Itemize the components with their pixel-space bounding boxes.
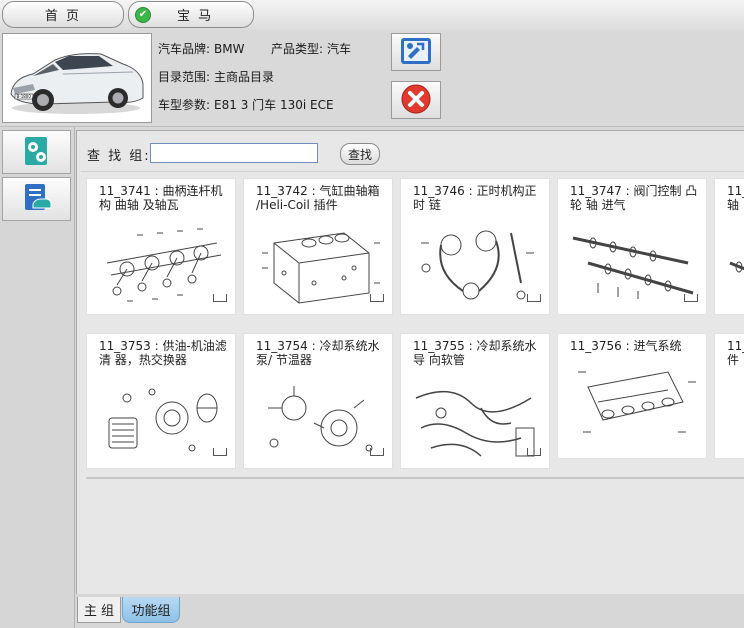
- crankshaft-diagram-icon: [106, 228, 222, 302]
- group-card-title: 11_3741 : 曲柄连杆机构 曲轴 及轴瓦: [99, 184, 223, 212]
- top-tab-bar: 首 页 ✔ 宝 马: [0, 0, 744, 31]
- tab-function-group[interactable]: 功能组: [122, 597, 180, 623]
- coolant-hose-diagram-icon: [415, 390, 535, 457]
- group-card[interactable]: 11_3754 : 冷却系统水泵/ 节温器: [243, 333, 393, 469]
- group-card[interactable]: 11_3753 : 供油-机油滤清 器，热交换器: [86, 333, 236, 469]
- divider: [81, 171, 744, 172]
- settings-button[interactable]: [391, 33, 441, 71]
- left-toolbar: [0, 127, 75, 628]
- group-card[interactable]: 11_3756 : 进气系统: [557, 333, 707, 459]
- tab-bmw-label: 宝 马: [177, 9, 214, 24]
- group-card-title: 11_3742 : 气缸曲轴箱 /Heli-Coil 插件: [256, 184, 380, 212]
- expand-icon: [370, 294, 384, 302]
- group-card-title: 11_3756 : 进气系统: [570, 339, 682, 353]
- parts-catalog-button[interactable]: [2, 177, 71, 221]
- search-button-label: 查找: [347, 147, 372, 162]
- brand-row: 汽车品牌: BMW: [158, 40, 245, 57]
- group-card-title: 11_3747 : 阀门控制 凸轮 轴 进气: [570, 184, 698, 212]
- search-label: 查 找 组:: [87, 149, 151, 164]
- type-row: 产品类型: 汽车: [271, 40, 351, 57]
- document-car-icon: [21, 182, 53, 217]
- group-card-title: 11_3753 : 供油-机油滤清 器，热交换器: [99, 339, 227, 367]
- water-pump-diagram-icon: [268, 386, 373, 452]
- brand-label: 汽车品牌:: [158, 42, 211, 56]
- vehicle-info-header: B-1800 汽车品牌: BMW 产品类型: 汽车 目录范围: 主商品目录 车型参数:…: [0, 30, 744, 127]
- group-card[interactable]: 11_3 轴: [714, 178, 744, 315]
- group-card-title: 11_3746 : 正时机构正时 链: [413, 184, 537, 212]
- gear-document-icon: [21, 135, 53, 170]
- tab-home[interactable]: 首 页: [2, 1, 124, 28]
- expand-icon: [370, 448, 384, 456]
- check-icon: ✔: [135, 6, 151, 23]
- parts-search-button[interactable]: [2, 130, 71, 174]
- timing-chain-diagram-icon: [421, 230, 534, 300]
- bottom-tab-bar: 主 组 功能组: [76, 594, 744, 628]
- scope-label: 目录范围:: [158, 70, 211, 84]
- tab-bmw[interactable]: ✔ 宝 马: [128, 1, 254, 28]
- model-value: E81 3 门车 130i ECE: [214, 98, 334, 112]
- tab-main-group[interactable]: 主 组: [77, 597, 121, 623]
- group-card-title: 11_3754 : 冷却系统水泵/ 节温器: [256, 339, 380, 367]
- brand-value: BMW: [214, 42, 245, 56]
- search-input[interactable]: [150, 143, 318, 163]
- scope-row: 目录范围: 主商品目录: [158, 68, 274, 85]
- close-icon: [400, 83, 432, 118]
- group-card[interactable]: 11_3747 : 阀门控制 凸轮 轴 进气: [557, 178, 707, 315]
- row-separator: [86, 477, 744, 479]
- license-plate: B-1800: [17, 94, 32, 99]
- expand-icon: [527, 448, 541, 456]
- expand-icon: [213, 294, 227, 302]
- function-group-panel: 查 找 组: 查找 11_3741 : 曲柄连杆机构 曲轴 及轴瓦 11_374…: [76, 130, 744, 595]
- search-button[interactable]: 查找: [340, 143, 380, 165]
- model-label: 车型参数:: [158, 98, 211, 112]
- scope-value: 主商品目录: [214, 70, 275, 84]
- tab-function-group-label: 功能组: [131, 604, 171, 619]
- oil-filter-diagram-icon: [108, 388, 218, 452]
- tab-home-label: 首 页: [44, 9, 82, 24]
- group-card[interactable]: 11_3742 : 气缸曲轴箱 /Heli-Coil 插件: [243, 178, 393, 315]
- tab-main-group-label: 主 组: [83, 604, 115, 619]
- engine-block-diagram-icon: [262, 232, 380, 304]
- type-value: 汽车: [327, 42, 352, 56]
- camshaft-diagram-icon: [729, 261, 744, 273]
- group-card[interactable]: 11_ 件: [714, 333, 744, 459]
- car-image: B-1800: [2, 33, 152, 123]
- edit-tools-icon: [399, 36, 433, 69]
- expand-icon: [213, 448, 227, 456]
- expand-icon: [684, 294, 698, 302]
- expand-icon: [527, 294, 541, 302]
- group-card-title: 11_3 轴: [727, 184, 744, 212]
- camshaft-diagram-icon: [572, 236, 694, 299]
- model-row: 车型参数: E81 3 门车 130i ECE: [158, 96, 334, 113]
- intake-system-diagram-icon: [578, 371, 696, 433]
- group-card-title: 11_3755 : 冷却系统水导 向软管: [413, 339, 537, 367]
- type-label: 产品类型:: [271, 42, 324, 56]
- group-card-title: 11_ 件: [727, 339, 744, 367]
- close-button[interactable]: [391, 81, 441, 119]
- group-card[interactable]: 11_3755 : 冷却系统水导 向软管: [400, 333, 550, 469]
- group-card[interactable]: 11_3741 : 曲柄连杆机构 曲轴 及轴瓦: [86, 178, 236, 315]
- group-card[interactable]: 11_3746 : 正时机构正时 链: [400, 178, 550, 315]
